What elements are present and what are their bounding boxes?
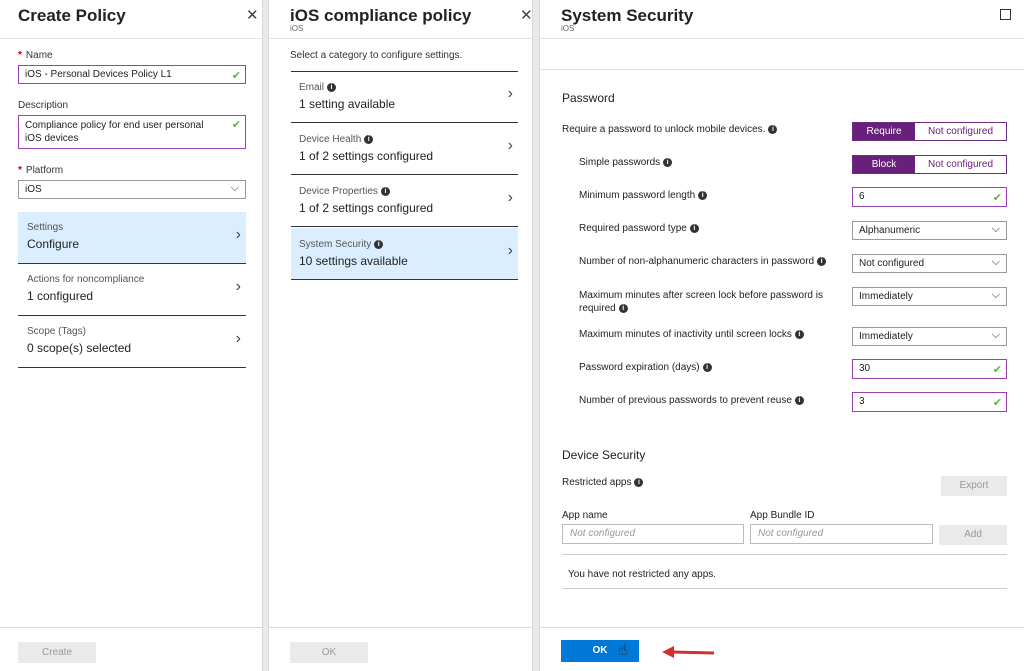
chevron-down-icon: ⌵ bbox=[991, 256, 1000, 268]
info-icon: i bbox=[794, 329, 804, 339]
toggle-not-configured[interactable]: Not configured bbox=[915, 156, 1006, 173]
password-type-label: Required password type i bbox=[579, 223, 699, 234]
check-icon: ✔ bbox=[231, 70, 241, 82]
chevron-right-icon: › bbox=[507, 85, 513, 102]
platform-label: * Platform bbox=[18, 165, 64, 176]
system-security-blade: System Security iOS Password Require a p… bbox=[539, 0, 1024, 671]
nav-item-settings[interactable]: Settings Configure › bbox=[18, 212, 246, 264]
name-field[interactable]: iOS - Personal Devices Policy L1 ✔ bbox=[18, 65, 246, 84]
instruction-text: Select a category to configure settings. bbox=[290, 50, 463, 61]
blade-title: iOS compliance policy bbox=[290, 6, 472, 25]
create-button[interactable]: Create bbox=[18, 642, 96, 663]
footer: OK bbox=[269, 627, 532, 671]
chevron-down-icon: ⌵ bbox=[991, 289, 1000, 301]
info-icon: i bbox=[768, 124, 778, 134]
category-system-security[interactable]: System Security i 10 settings available › bbox=[291, 228, 518, 280]
device-security-heading: Device Security bbox=[562, 448, 646, 462]
nav-item-scope[interactable]: Scope (Tags) 0 scope(s) selected › bbox=[18, 316, 246, 368]
empty-apps-message: You have not restricted any apps. bbox=[568, 569, 717, 580]
restricted-apps-label: Restricted apps i bbox=[562, 477, 644, 488]
category-device-properties[interactable]: Device Properties i 1 of 2 settings confi… bbox=[291, 175, 518, 227]
info-icon: i bbox=[364, 134, 374, 144]
require-password-toggle[interactable]: Require Not configured bbox=[852, 122, 1007, 141]
bundle-id-input[interactable]: Not configured bbox=[750, 524, 933, 544]
info-icon: i bbox=[374, 239, 384, 249]
check-icon: ✔ bbox=[992, 364, 1002, 376]
chevron-right-icon: › bbox=[235, 330, 241, 347]
prev-passwords-input[interactable]: 3 ✔ bbox=[852, 392, 1007, 412]
bundle-id-label: App Bundle ID bbox=[750, 510, 815, 521]
blade-subtitle: iOS bbox=[290, 24, 304, 33]
compliance-policy-blade: iOS compliance policy iOS ✕ Select a cat… bbox=[268, 0, 533, 671]
name-label: * Name bbox=[18, 50, 53, 61]
hand-cursor-icon: ☝ bbox=[618, 642, 628, 659]
blade-title: System Security bbox=[561, 6, 694, 25]
footer: Create bbox=[0, 627, 262, 671]
toggle-not-configured[interactable]: Not configured bbox=[915, 123, 1006, 140]
chevron-right-icon: › bbox=[235, 226, 241, 243]
info-icon: i bbox=[689, 223, 699, 233]
chevron-down-icon: ⌵ bbox=[991, 329, 1000, 341]
nav-item-actions[interactable]: Actions for noncompliance 1 configured › bbox=[18, 264, 246, 316]
simple-passwords-toggle[interactable]: Block Not configured bbox=[852, 155, 1007, 174]
require-password-label: Require a password to unlock mobile devi… bbox=[562, 124, 778, 135]
non-alnum-select[interactable]: Not configured ⌵ bbox=[852, 254, 1007, 273]
app-name-label: App name bbox=[562, 510, 608, 521]
info-icon: i bbox=[794, 395, 804, 405]
info-icon: i bbox=[817, 256, 827, 266]
toggle-block[interactable]: Block bbox=[853, 156, 915, 173]
non-alnum-label: Number of non-alphanumeric characters in… bbox=[579, 256, 827, 267]
check-icon: ✔ bbox=[231, 119, 241, 131]
add-button[interactable]: Add bbox=[939, 525, 1007, 545]
close-icon[interactable]: ✕ bbox=[246, 6, 259, 24]
info-icon: i bbox=[663, 157, 673, 167]
description-label: Description bbox=[18, 100, 69, 111]
info-icon: i bbox=[380, 186, 390, 196]
chevron-right-icon: › bbox=[507, 242, 513, 259]
chevron-right-icon: › bbox=[235, 278, 241, 295]
check-icon: ✔ bbox=[992, 192, 1002, 204]
prev-passwords-label: Number of previous passwords to prevent … bbox=[579, 395, 804, 406]
category-device-health[interactable]: Device Health i 1 of 2 settings configure… bbox=[291, 123, 518, 175]
info-icon: i bbox=[702, 362, 712, 372]
chevron-right-icon: › bbox=[507, 189, 513, 206]
expiration-input[interactable]: 30 ✔ bbox=[852, 359, 1007, 379]
chevron-down-icon: ⌵ bbox=[991, 223, 1000, 235]
min-length-input[interactable]: 6 ✔ bbox=[852, 187, 1007, 207]
blade-title: Create Policy bbox=[18, 6, 126, 25]
min-length-label: Minimum password length i bbox=[579, 190, 708, 201]
expiration-label: Password expiration (days) i bbox=[579, 362, 712, 373]
password-type-select[interactable]: Alphanumeric ⌵ bbox=[852, 221, 1007, 240]
create-policy-blade: Create Policy ✕ * Name iOS - Personal Dev… bbox=[0, 0, 263, 671]
app-name-input[interactable]: Not configured bbox=[562, 524, 744, 544]
info-icon: i bbox=[698, 190, 708, 200]
info-icon: i bbox=[327, 82, 337, 92]
toggle-require[interactable]: Require bbox=[853, 123, 915, 140]
password-heading: Password bbox=[562, 91, 615, 105]
export-button[interactable]: Export bbox=[941, 476, 1007, 496]
simple-passwords-label: Simple passwords i bbox=[579, 157, 673, 168]
inactivity-select[interactable]: Immediately ⌵ bbox=[852, 327, 1007, 346]
screen-lock-label: Maximum minutes after screen lock before… bbox=[579, 290, 823, 314]
inactivity-label: Maximum minutes of inactivity until scre… bbox=[579, 329, 804, 340]
info-icon: i bbox=[634, 477, 644, 487]
platform-select[interactable]: iOS ⌵ bbox=[18, 180, 246, 199]
maximize-icon[interactable] bbox=[1000, 9, 1011, 20]
chevron-right-icon: › bbox=[507, 137, 513, 154]
description-field[interactable]: Compliance policy for end user personal … bbox=[18, 115, 246, 149]
close-icon[interactable]: ✕ bbox=[520, 6, 533, 24]
screen-lock-select[interactable]: Immediately ⌵ bbox=[852, 287, 1007, 306]
info-icon: i bbox=[618, 303, 628, 313]
red-arrow-icon bbox=[662, 646, 715, 658]
ok-button[interactable]: OK bbox=[290, 642, 368, 663]
blade-subtitle: iOS bbox=[561, 24, 575, 33]
category-email[interactable]: Email i 1 setting available › bbox=[291, 71, 518, 123]
check-icon: ✔ bbox=[992, 397, 1002, 409]
chevron-down-icon: ⌵ bbox=[230, 182, 239, 194]
